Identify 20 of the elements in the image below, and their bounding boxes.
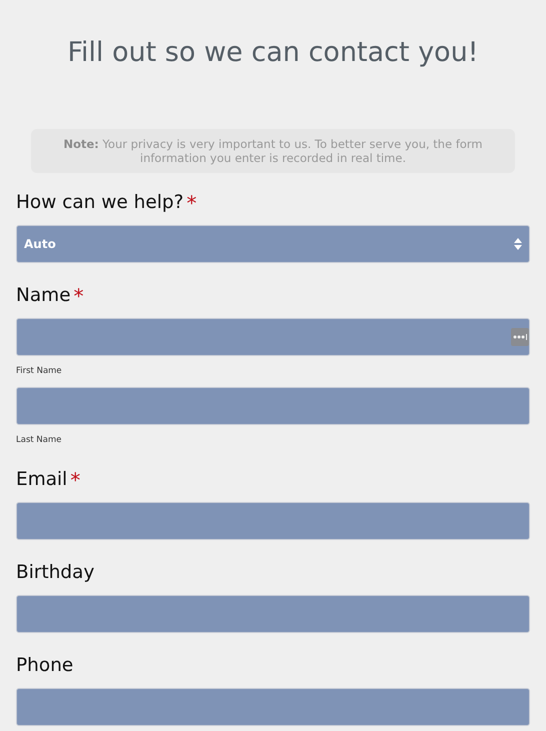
autofill-icon[interactable] bbox=[511, 328, 529, 346]
field-label: Birthday bbox=[16, 561, 94, 585]
field-label: How can we help? bbox=[16, 191, 184, 215]
required-mark: * bbox=[70, 468, 80, 492]
sublabel: First Name bbox=[16, 365, 62, 377]
dropdown-field[interactable]: Auto bbox=[16, 225, 530, 263]
required-mark: * bbox=[186, 191, 197, 215]
required-mark: * bbox=[74, 284, 84, 308]
input-field[interactable] bbox=[16, 595, 530, 633]
updown-caret-icon bbox=[514, 237, 522, 251]
field-label: Name bbox=[16, 284, 71, 308]
input-field[interactable] bbox=[16, 318, 530, 356]
input-field[interactable] bbox=[16, 387, 530, 425]
privacy-note: Note: Your privacy is very important to us. To better serve you, the form information you enter is recorded in real time. bbox=[31, 129, 515, 173]
sublabel: Last Name bbox=[16, 434, 62, 446]
input-field[interactable] bbox=[16, 502, 530, 540]
page-title: Fill out so we can contact you! bbox=[66, 36, 480, 70]
input-field[interactable] bbox=[16, 688, 530, 726]
field-label: Phone bbox=[16, 654, 74, 678]
field-label: Email bbox=[16, 468, 68, 492]
